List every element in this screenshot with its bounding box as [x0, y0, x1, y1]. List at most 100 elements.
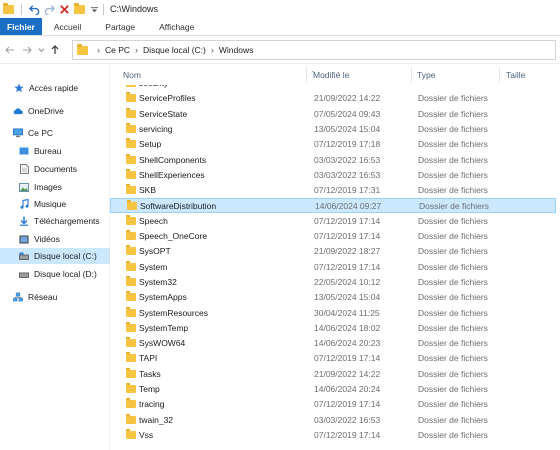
folder-icon	[126, 214, 136, 225]
folder-icon	[126, 383, 136, 393]
tab-partage[interactable]: Partage	[93, 18, 147, 35]
file-row[interactable]: SystemApps 13/05/2024 15:04 Dossier de fic…	[110, 290, 556, 305]
file-row[interactable]: SystemTemp 14/06/2024 18:02 Dossier de fic…	[110, 321, 556, 336]
column-header-type[interactable]: Type	[417, 70, 435, 80]
chevron-right-icon: ›	[135, 45, 139, 55]
file-row[interactable]: Temp 14/06/2024 20:24 Dossier de fichiers	[110, 382, 556, 397]
file-row[interactable]: SystemResources 30/04/2024 11:25 Dossier d…	[110, 306, 556, 321]
image-icon	[19, 182, 29, 192]
column-divider[interactable]	[499, 67, 500, 83]
divider	[103, 3, 104, 15]
file-name: SysOPT	[139, 246, 171, 257]
breadcrumb-disque-c[interactable]: Disque local (C:)	[143, 45, 206, 55]
recent-locations-button[interactable]	[37, 43, 45, 57]
file-name: SystemResources	[139, 307, 208, 318]
breadcrumb-ce-pc[interactable]: Ce PC	[105, 45, 130, 55]
file-modified-date: 07/05/2024 09:43	[314, 108, 381, 119]
file-row[interactable]: Tasks 21/09/2022 14:22 Dossier de fichiers	[110, 367, 556, 382]
tab-fichier[interactable]: Fichier	[0, 18, 42, 35]
address-bar[interactable]: › Ce PC › Disque local (C:) › Windows	[72, 40, 556, 60]
back-button[interactable]	[3, 43, 17, 57]
sidebar-item-acces-rapide[interactable]: Accès rapide	[0, 80, 110, 96]
sidebar-item-reseau[interactable]: Réseau	[0, 289, 110, 305]
chevron-right-icon: ›	[97, 45, 100, 55]
file-row[interactable]: SoftwareDistribution 14/06/2024 09:27 Doss…	[110, 198, 556, 214]
file-row[interactable]: Speech 07/12/2019 17:14 Dossier de fichier…	[110, 214, 556, 229]
folder-icon	[126, 352, 136, 363]
undo-icon[interactable]	[29, 4, 40, 15]
file-row[interactable]: SysOPT 21/09/2022 18:27 Dossier de fichier…	[110, 244, 556, 259]
network-icon	[13, 292, 23, 302]
file-row[interactable]: System32 22/05/2024 10:12 Dossier de fichi…	[110, 275, 556, 290]
file-type: Dossier de fichiers	[418, 399, 488, 410]
file-row[interactable]: ServiceState 07/05/2024 09:43 Dossier de f…	[110, 107, 556, 122]
sidebar-item-musique[interactable]: Musique	[0, 196, 110, 212]
file-row[interactable]: Vss 07/12/2019 17:14 Dossier de fichiers	[110, 428, 556, 443]
file-type: Dossier de fichiers	[419, 201, 489, 212]
file-row[interactable]: tracing 07/12/2019 17:14 Dossier de fichie…	[110, 397, 556, 412]
file-modified-date: 07/12/2019 17:31	[314, 185, 381, 196]
file-name: Tasks	[139, 368, 161, 379]
file-modified-date: 07/12/2019 17:14	[314, 215, 381, 226]
sidebar-item-images[interactable]: Images	[0, 179, 110, 195]
file-row[interactable]: TAPI 07/12/2019 17:14 Dossier de fichiers	[110, 351, 556, 366]
column-header-taille[interactable]: Taille	[506, 70, 525, 80]
column-divider[interactable]	[306, 67, 307, 83]
tab-affichage[interactable]: Affichage	[147, 18, 206, 35]
folder-icon	[126, 260, 136, 271]
new-folder-icon[interactable]	[74, 2, 85, 15]
folder-icon	[126, 413, 136, 424]
tab-accueil[interactable]: Accueil	[42, 18, 93, 35]
file-type: Dossier de fichiers	[418, 276, 488, 287]
file-row[interactable]: ServiceProfiles 21/09/2022 14:22 Dossier d…	[110, 91, 556, 106]
sidebar-item-bureau[interactable]: Bureau	[0, 143, 110, 159]
file-name: ServiceProfiles	[139, 93, 196, 104]
file-row[interactable]: ShellComponents 03/03/2022 16:53 Dossier d…	[110, 153, 556, 168]
file-type: Dossier de fichiers	[418, 246, 488, 257]
column-header-nom[interactable]: Nom	[123, 70, 141, 80]
column-header-modifie[interactable]: Modifié le	[313, 70, 349, 80]
file-row[interactable]: twain_32 03/03/2022 16:53 Dossier de fichi…	[110, 413, 556, 428]
folder-icon	[126, 245, 136, 256]
desktop-icon	[19, 146, 29, 156]
sidebar-item-ce-pc[interactable]: Ce PC	[0, 125, 110, 141]
folder-icon	[126, 337, 136, 348]
file-name: ServiceState	[139, 108, 188, 119]
sidebar-item-documents[interactable]: Documents	[0, 161, 110, 177]
folder-icon	[126, 230, 136, 240]
sidebar-item-disque-d[interactable]: Disque local (D:)	[0, 266, 110, 282]
file-type: Dossier de fichiers	[418, 93, 488, 104]
file-row[interactable]: servicing 13/05/2024 15:04 Dossier de fich…	[110, 122, 556, 137]
forward-button[interactable]	[20, 43, 34, 57]
customize-toolbar-icon[interactable]	[89, 4, 100, 15]
file-modified-date: 14/06/2024 09:27	[315, 201, 382, 212]
file-row[interactable]: Setup 07/12/2019 17:18 Dossier de fichiers	[110, 137, 556, 152]
cloud-icon	[13, 106, 23, 116]
file-modified-date: 03/03/2022 16:53	[314, 169, 381, 180]
delete-icon[interactable]	[59, 4, 70, 15]
navigation-pane: Accès rapide OneDrive Ce PC Bureau Docum…	[0, 65, 110, 450]
file-type: Dossier de fichiers	[418, 368, 488, 379]
file-modified-date: 14/06/2024 18:02	[314, 322, 381, 333]
file-row[interactable]: SysWOW64 14/06/2024 20:23 Dossier de fichi…	[110, 336, 556, 351]
file-row[interactable]: Speech_OneCore 07/12/2019 17:14 Dossier de…	[110, 229, 556, 244]
sidebar-item-onedrive[interactable]: OneDrive	[0, 103, 110, 119]
file-name: SystemTemp	[139, 322, 189, 333]
file-type: Dossier de fichiers	[418, 139, 488, 150]
file-row[interactable]: SKB 07/12/2019 17:31 Dossier de fichiers	[110, 183, 556, 198]
file-row[interactable]: ShellExperiences 03/03/2022 16:53 Dossier …	[110, 168, 556, 183]
file-row[interactable]: System 07/12/2019 17:14 Dossier de fichier…	[110, 260, 556, 275]
file-name: servicing	[139, 123, 173, 134]
quick-access-toolbar	[3, 2, 100, 15]
redo-icon[interactable]	[44, 4, 55, 15]
file-type: Dossier de fichiers	[418, 307, 488, 318]
file-modified-date: 07/12/2019 17:14	[314, 261, 381, 272]
column-divider[interactable]	[411, 67, 412, 83]
file-type: Dossier de fichiers	[418, 154, 488, 165]
sidebar-item-videos[interactable]: Vidéos	[0, 231, 110, 247]
breadcrumb-windows[interactable]: Windows	[219, 45, 253, 55]
file-list: Nom ⌃ Modifié le Type Taille securitySer…	[110, 65, 560, 450]
sidebar-item-disque-c[interactable]: Disque local (C:)	[0, 248, 110, 264]
up-button[interactable]	[48, 43, 62, 57]
sidebar-item-telechargements[interactable]: Téléchargements	[0, 213, 110, 229]
